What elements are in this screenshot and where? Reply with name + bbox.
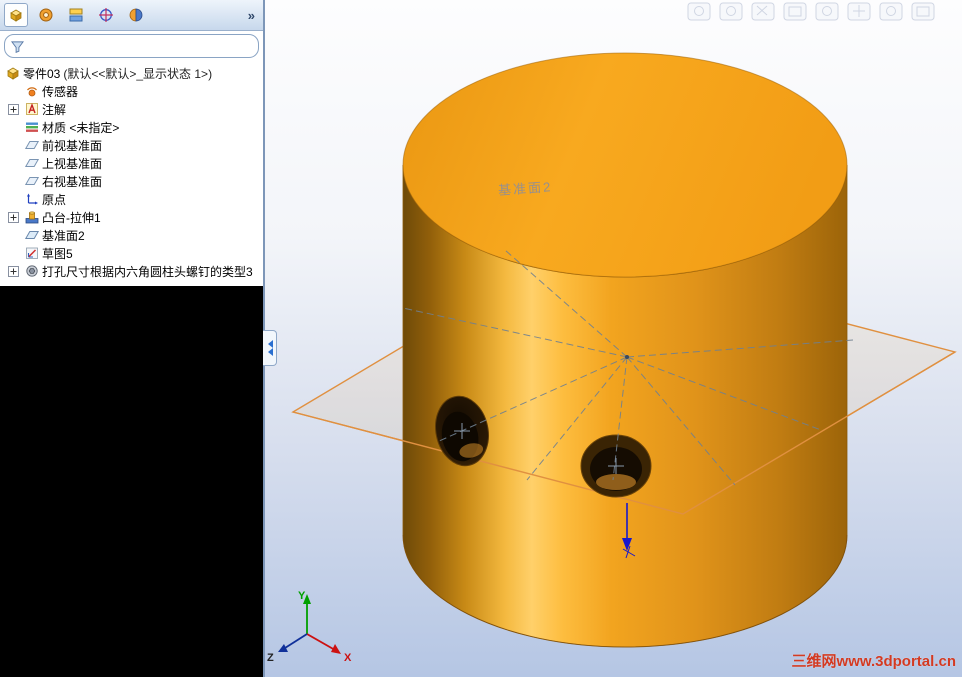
- plane-icon: [24, 138, 39, 152]
- panel-empty-area: [0, 286, 263, 677]
- boss-extrude-icon: [24, 210, 39, 224]
- expander-plus[interactable]: [8, 265, 21, 277]
- sensor-icon: [24, 84, 39, 98]
- featuremanager-tab[interactable]: [4, 3, 28, 27]
- displaymanager-tab[interactable]: [124, 3, 148, 27]
- reference-triad: Y X Z: [267, 590, 352, 664]
- tree-filter-input[interactable]: [28, 38, 252, 54]
- tree-item-top-plane[interactable]: 上视基准面: [0, 154, 263, 172]
- tree-item-part-root[interactable]: 零件03 (默认<<默认>_显示状态 1>): [0, 64, 263, 82]
- featuremanager-icon: [10, 9, 22, 22]
- tree-item-sketch5[interactable]: 草图5: [0, 244, 263, 262]
- expander-plus[interactable]: [8, 103, 21, 115]
- view-toolbar-ghost-icons[interactable]: [687, 2, 935, 21]
- tree-item-material[interactable]: 材质 <未指定>: [0, 118, 263, 136]
- configurationmanager-tab[interactable]: [64, 3, 88, 27]
- plane-icon: [24, 156, 39, 170]
- displaymanager-icon: [129, 8, 143, 22]
- triad-x-label: X: [344, 652, 352, 664]
- graphics-viewport[interactable]: Y X Z 基准面2 三维网www.3dportal.cn: [265, 0, 962, 677]
- panel-collapse-tab[interactable]: [263, 330, 277, 366]
- expander-plus[interactable]: [8, 211, 21, 223]
- feature-tree: 零件03 (默认<<默认>_显示状态 1>) 传感器 注解 材质 <未指定> 前…: [0, 61, 263, 286]
- model-scene: Y X Z: [267, 2, 957, 664]
- tree-item-plane2[interactable]: 基准面2: [0, 226, 263, 244]
- annotations-icon: [24, 102, 39, 116]
- tree-filter-bar: [4, 34, 259, 58]
- part-name: 零件03: [23, 66, 61, 81]
- sketch-icon: [24, 246, 39, 260]
- hole-wizard-icon: [24, 264, 39, 278]
- plane-icon: [24, 174, 39, 188]
- configurationmanager-icon: [69, 8, 83, 22]
- cylinder-model[interactable]: [402, 52, 848, 648]
- part-icon: [5, 66, 20, 80]
- propertymanager-icon: [39, 8, 53, 22]
- watermark-text: 三维网www.3dportal.cn: [791, 653, 956, 670]
- tree-item-annotations[interactable]: 注解: [0, 100, 263, 118]
- plane2-floating-label: 基准面2: [497, 179, 553, 198]
- dimxpertmanager-icon: [99, 8, 113, 22]
- feature-manager-panel: » 零件03 (默认<<默认>_显示状态 1>) 传感器 注解 材质 <未指定>…: [0, 0, 265, 677]
- tree-item-hole-feature[interactable]: 打孔尺寸根据内六角圆柱头螺钉的类型3: [0, 262, 263, 280]
- propertymanager-tab[interactable]: [34, 3, 58, 27]
- sketch-center-point[interactable]: [625, 355, 629, 359]
- tab-bar-overflow-button[interactable]: »: [248, 8, 259, 23]
- material-icon: [24, 120, 39, 134]
- dimxpertmanager-tab[interactable]: [94, 3, 118, 27]
- tree-item-front-plane[interactable]: 前视基准面: [0, 136, 263, 154]
- triad-z-label: Z: [267, 652, 274, 664]
- tree-item-origin[interactable]: 原点: [0, 190, 263, 208]
- triad-y-label: Y: [298, 590, 306, 602]
- filter-funnel-icon: [11, 40, 24, 53]
- manager-tab-bar: »: [0, 0, 263, 31]
- app-window: » 零件03 (默认<<默认>_显示状态 1>) 传感器 注解 材质 <未指定>…: [0, 0, 962, 677]
- tree-item-boss-extrude1[interactable]: 凸台-拉伸1: [0, 208, 263, 226]
- origin-icon: [24, 192, 39, 206]
- tree-item-sensors[interactable]: 传感器: [0, 82, 263, 100]
- part-config: (默认<<默认>_显示状态 1>): [63, 66, 213, 81]
- double-chevron-left-icon: [268, 340, 273, 356]
- plane-icon: [24, 228, 39, 242]
- tree-item-right-plane[interactable]: 右视基准面: [0, 172, 263, 190]
